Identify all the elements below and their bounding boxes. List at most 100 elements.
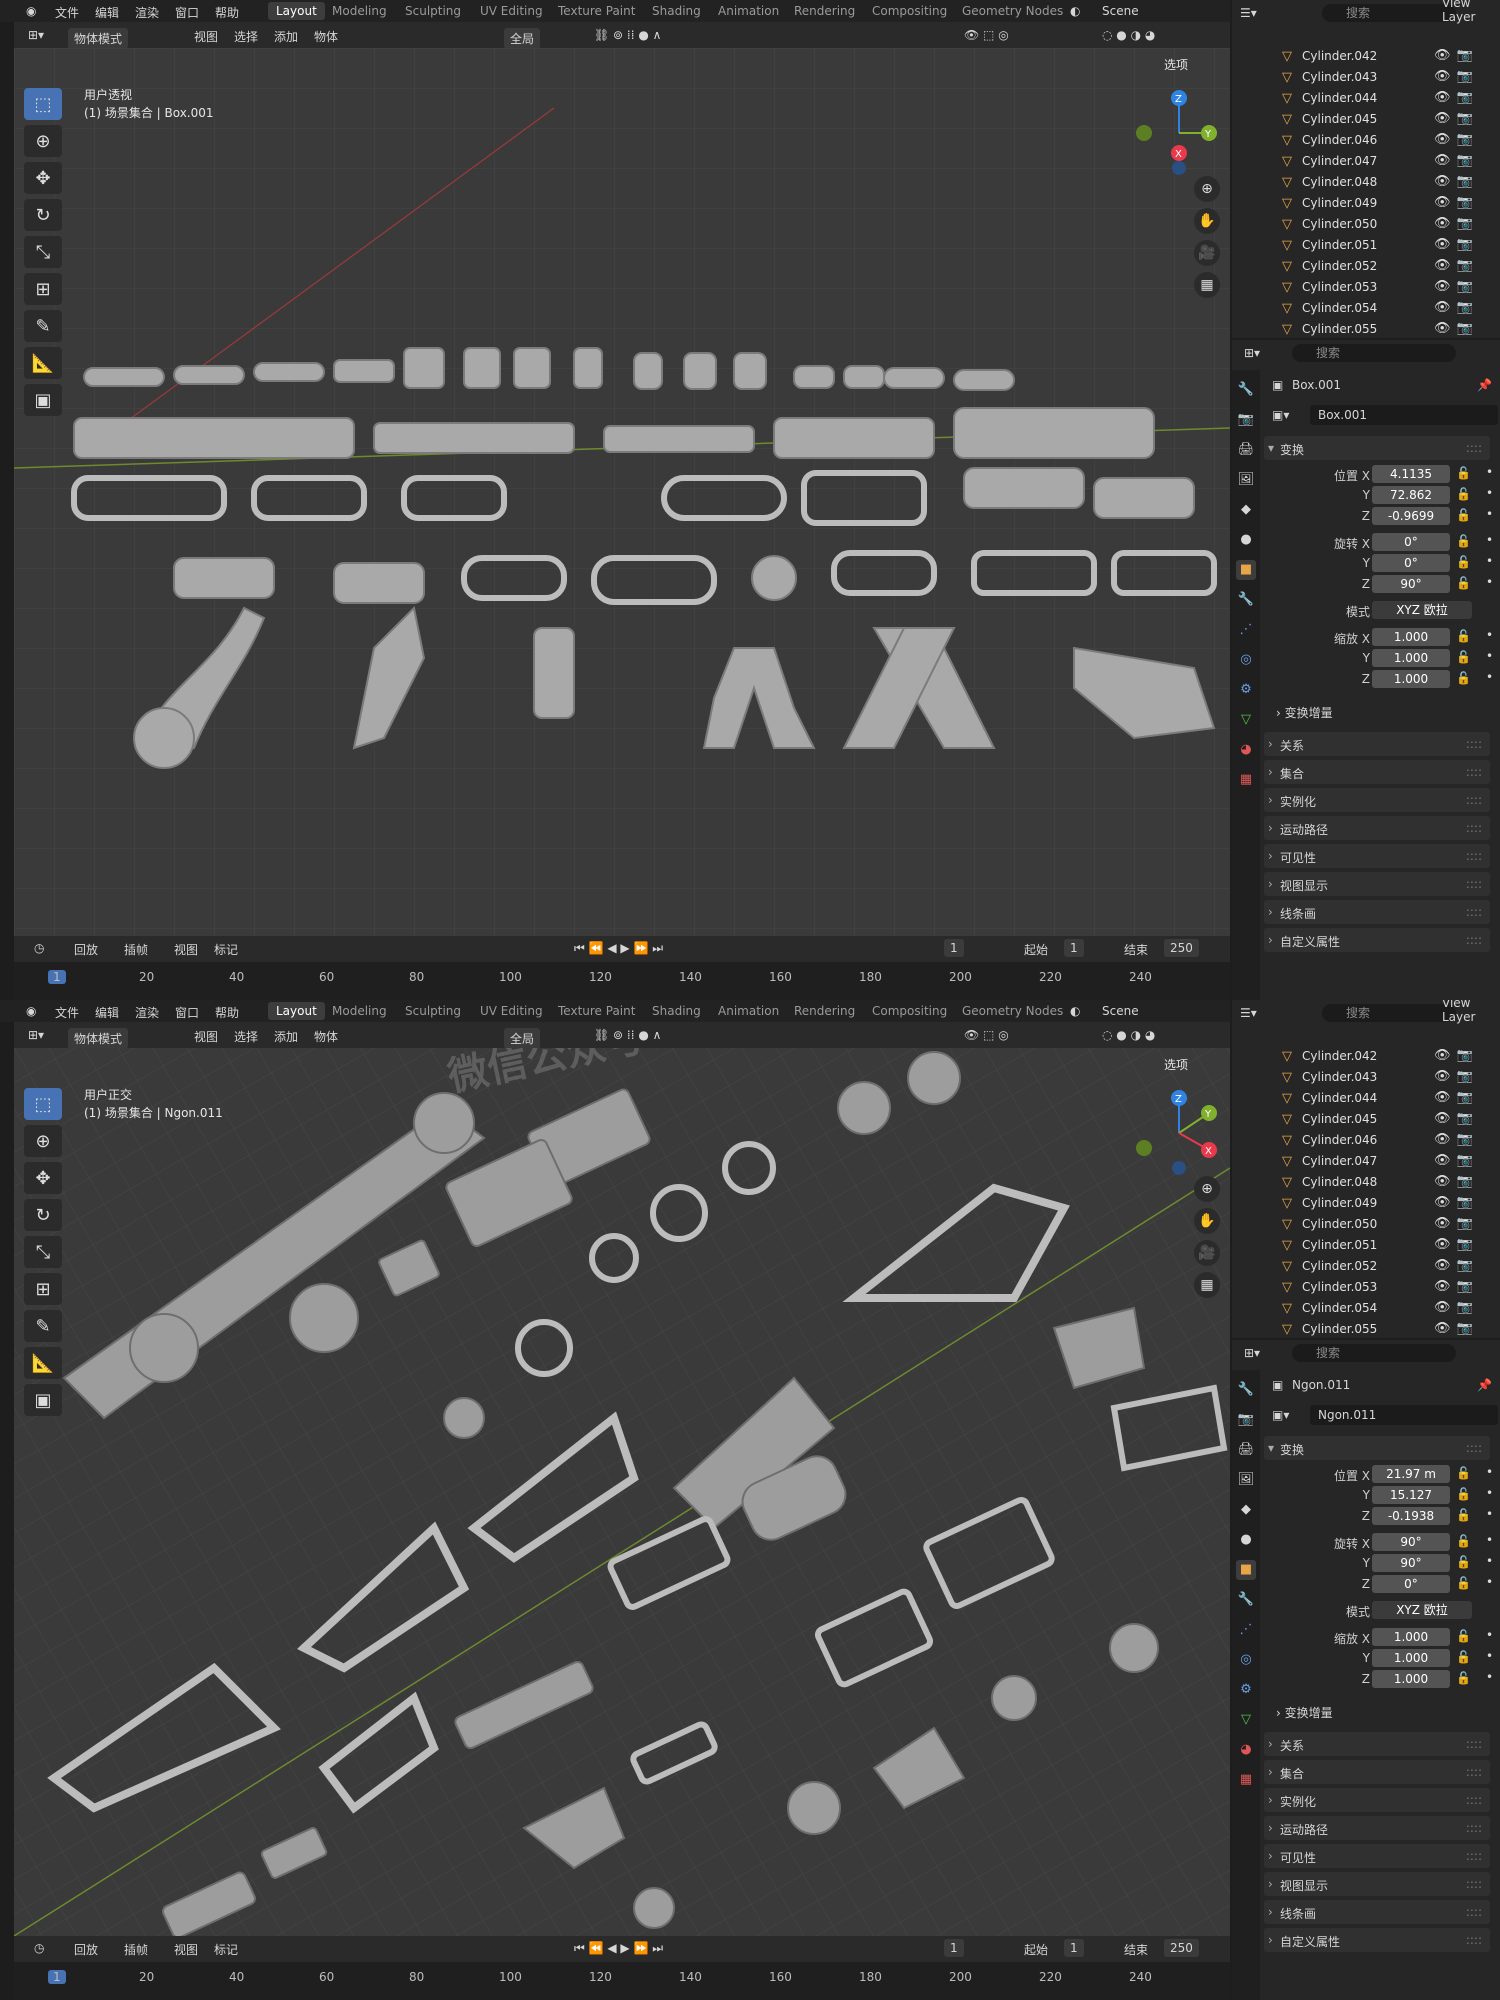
menu-help[interactable]: 帮助: [215, 4, 239, 21]
keyframe-dot-icon[interactable]: •: [1486, 575, 1493, 589]
scene-icon[interactable]: ◐: [1070, 1004, 1080, 1018]
menu-marker[interactable]: 标记: [214, 941, 238, 958]
menu-playback[interactable]: 回放: [74, 941, 98, 958]
outliner-row[interactable]: ▽ Cylinder.051 👁📷: [1232, 235, 1500, 256]
object-tab-icon[interactable]: ■: [1236, 560, 1256, 580]
blender-logo-icon[interactable]: ◉: [26, 4, 36, 18]
tab-modeling[interactable]: Modeling: [332, 1004, 387, 1018]
3d-viewport[interactable]: 用户透视 (1) 场景集合 | Box.001 ⬚ ⊕ ✥ ↻ ⤡ ⊞ ✎ 📐 …: [14, 48, 1230, 936]
pin-icon[interactable]: 📌: [1477, 378, 1492, 392]
measure-icon[interactable]: 📐: [24, 1347, 62, 1379]
panel-collections[interactable]: › 集合::::: [1264, 1760, 1490, 1784]
panel-relations[interactable]: › 关系::::: [1264, 1732, 1490, 1756]
zoom-icon[interactable]: ⊕: [1194, 1176, 1220, 1202]
menu-timeline-view[interactable]: 视图: [174, 941, 198, 958]
add-cube-icon[interactable]: ▣: [24, 1384, 62, 1416]
snap-icon[interactable]: ⛓ ⊚ ⁞⁞ ● ∧: [594, 28, 661, 42]
world-tab-icon[interactable]: ●: [1236, 1530, 1256, 1550]
outliner-row[interactable]: ▽ Cylinder.050 👁📷: [1232, 1214, 1500, 1235]
rotation-mode-select[interactable]: XYZ 欧拉: [1372, 1601, 1472, 1619]
scale-z-row[interactable]: Z 1.000 🔓 •: [1264, 669, 1500, 690]
outliner-row[interactable]: ▽ Cylinder.054 👁📷: [1232, 1298, 1500, 1319]
eye-camera-icon[interactable]: 👁📷: [1434, 1153, 1479, 1168]
panel-motion-paths[interactable]: › 运动路径::::: [1264, 1816, 1490, 1840]
end-frame-field[interactable]: 250: [1164, 1939, 1199, 1957]
rotate-icon[interactable]: ↻: [24, 199, 62, 231]
outliner-row[interactable]: ▽ Cylinder.045 👁📷: [1232, 109, 1500, 130]
location-x-row[interactable]: 位置 X 21.97 m 🔓 •: [1264, 1464, 1500, 1485]
tab-texture-paint[interactable]: Texture Paint: [558, 1004, 635, 1018]
ruler-frame-current[interactable]: 1: [48, 970, 66, 984]
tab-geometry-nodes[interactable]: Geometry Nodes: [962, 1004, 1063, 1018]
outliner-row[interactable]: ▽ Cylinder.053 👁📷: [1232, 1277, 1500, 1298]
lock-icon[interactable]: 🔓: [1456, 1487, 1471, 1501]
rotation-mode-row[interactable]: 模式 XYZ 欧拉: [1264, 600, 1500, 621]
keyframe-dot-icon[interactable]: •: [1486, 1575, 1493, 1589]
location-x-field[interactable]: 21.97 m: [1372, 1465, 1450, 1483]
outliner-row[interactable]: ▽ Cylinder.042 👁📷: [1232, 1046, 1500, 1067]
lock-icon[interactable]: 🔓: [1456, 576, 1471, 590]
object-name-field[interactable]: Ngon.011: [1310, 1405, 1498, 1425]
keyframe-dot-icon[interactable]: •: [1486, 1486, 1493, 1500]
data-tab-icon[interactable]: ▽: [1236, 1710, 1256, 1730]
tab-animation[interactable]: Animation: [718, 4, 779, 18]
timeline-ruler[interactable]: 1 20 40 60 80 100 120 140 160 180 200 22…: [14, 962, 1230, 1000]
rotation-mode-row[interactable]: 模式 XYZ 欧拉: [1264, 1600, 1500, 1621]
transform-orientation-select[interactable]: 全局: [504, 1028, 541, 1049]
scale-y-row[interactable]: Y 1.000 🔓 •: [1264, 648, 1500, 669]
world-tab-icon[interactable]: ●: [1236, 530, 1256, 550]
lock-icon[interactable]: 🔓: [1456, 1671, 1471, 1685]
rotation-y-row[interactable]: Y 90° 🔓 •: [1264, 1553, 1500, 1574]
output-tab-icon[interactable]: 🖨: [1236, 440, 1256, 460]
tab-rendering[interactable]: Rendering: [794, 4, 855, 18]
menu-view[interactable]: 视图: [194, 28, 218, 45]
menu-window[interactable]: 窗口: [175, 4, 199, 21]
keyframe-dot-icon[interactable]: •: [1486, 670, 1493, 684]
properties-editor-type-icon[interactable]: ⊞▾: [1244, 1346, 1260, 1360]
options-button[interactable]: 选项: [1164, 1056, 1188, 1073]
menu-playback[interactable]: 回放: [74, 1941, 98, 1958]
menu-render[interactable]: 渲染: [135, 1004, 159, 1021]
keyframe-dot-icon[interactable]: •: [1486, 1670, 1493, 1684]
eye-camera-icon[interactable]: 👁📷: [1434, 1279, 1479, 1294]
location-y-row[interactable]: Y 15.127 🔓 •: [1264, 1485, 1500, 1506]
outliner-row[interactable]: ▽ Cylinder.052 👁📷: [1232, 256, 1500, 277]
keyframe-dot-icon[interactable]: •: [1486, 507, 1493, 521]
scale-x-row[interactable]: 缩放 X 1.000 🔓 •: [1264, 1627, 1500, 1648]
keyframe-dot-icon[interactable]: •: [1486, 533, 1493, 547]
transform-icon[interactable]: ⊞: [24, 273, 62, 305]
outliner-row[interactable]: ▽ Cylinder.046 👁📷: [1232, 1130, 1500, 1151]
panel-visibility[interactable]: › 可见性::::: [1264, 844, 1490, 868]
menu-view[interactable]: 视图: [194, 1028, 218, 1045]
location-x-field[interactable]: 4.1135: [1372, 465, 1450, 483]
lock-icon[interactable]: 🔓: [1456, 466, 1471, 480]
panel-transform[interactable]: ▾ 变换::::: [1264, 436, 1490, 460]
lock-icon[interactable]: 🔓: [1456, 1555, 1471, 1569]
blender-logo-icon[interactable]: ◉: [26, 1004, 36, 1018]
keyframe-dot-icon[interactable]: •: [1486, 554, 1493, 568]
menu-file[interactable]: 文件: [55, 4, 79, 21]
rotation-y-field[interactable]: 0°: [1372, 554, 1450, 572]
eye-camera-icon[interactable]: 👁📷: [1434, 1321, 1479, 1336]
playback-controls-icon[interactable]: ⏮ ⏪ ◀ ▶ ⏩ ⏭: [574, 1941, 663, 1956]
scale-y-field[interactable]: 1.000: [1372, 649, 1450, 667]
modifier-tab-icon[interactable]: 🔧: [1236, 1590, 1256, 1610]
start-frame-field[interactable]: 1: [1064, 1939, 1084, 1957]
pan-hand-icon[interactable]: ✋: [1194, 1208, 1220, 1234]
outliner-row[interactable]: ▽ Cylinder.049 👁📷: [1232, 193, 1500, 214]
tab-sculpting[interactable]: Sculpting: [405, 1004, 461, 1018]
eye-camera-icon[interactable]: 👁📷: [1434, 48, 1479, 63]
keyframe-dot-icon[interactable]: •: [1486, 1507, 1493, 1521]
outliner-row[interactable]: ▽ Cylinder.052 👁📷: [1232, 1256, 1500, 1277]
properties-search[interactable]: 搜索: [1292, 1344, 1456, 1362]
keyframe-dot-icon[interactable]: •: [1486, 1628, 1493, 1642]
move-icon[interactable]: ✥: [24, 162, 62, 194]
keyframe-dot-icon[interactable]: •: [1486, 465, 1493, 479]
scene-name[interactable]: Scene: [1102, 1004, 1139, 1018]
menu-file[interactable]: 文件: [55, 1004, 79, 1021]
eye-camera-icon[interactable]: 👁📷: [1434, 279, 1479, 294]
eye-camera-icon[interactable]: 👁📷: [1434, 1132, 1479, 1147]
lock-icon[interactable]: 🔓: [1456, 1508, 1471, 1522]
rotation-mode-select[interactable]: XYZ 欧拉: [1372, 601, 1472, 619]
keyframe-dot-icon[interactable]: •: [1486, 486, 1493, 500]
